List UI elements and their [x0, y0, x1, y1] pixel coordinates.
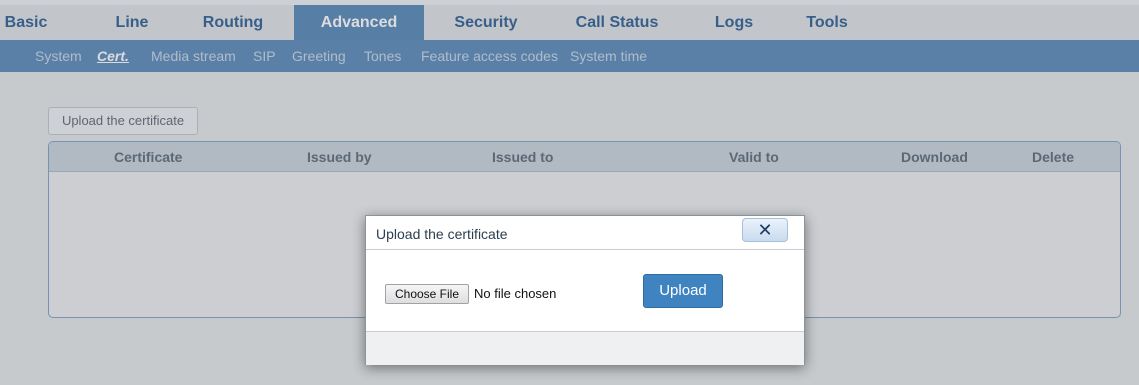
upload-certificate-dialog: Upload the certificate ✕ Choose File No …: [365, 215, 805, 365]
close-button[interactable]: ✕: [742, 218, 788, 242]
upload-button[interactable]: Upload: [643, 274, 723, 308]
close-x-icon: ✕: [757, 220, 773, 240]
dialog-title: Upload the certificate: [376, 226, 508, 242]
dialog-titlebar: Upload the certificate ✕: [366, 216, 804, 250]
dialog-footer: [366, 332, 804, 365]
dialog-body: Choose File No file chosen Upload: [366, 250, 804, 332]
file-status-text: No file chosen: [474, 286, 557, 301]
choose-file-button[interactable]: Choose File: [385, 284, 469, 304]
